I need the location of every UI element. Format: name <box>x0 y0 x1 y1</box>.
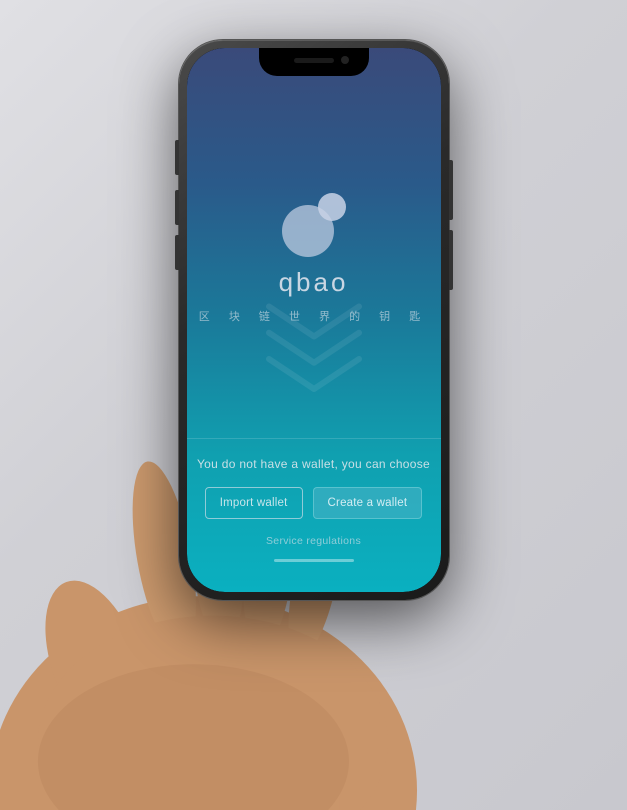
home-indicator <box>274 559 354 562</box>
logo-circle-small <box>318 193 346 221</box>
app-screen: qbao 区 块 链 世 界 的 钥 匙 You do not have a w… <box>187 48 441 592</box>
action-buttons: Import wallet Create a wallet <box>189 487 439 519</box>
app-logo-icon <box>282 193 346 257</box>
watermark <box>234 284 394 404</box>
divider <box>187 438 441 439</box>
screen-bezel: qbao 区 块 链 世 界 的 钥 匙 You do not have a w… <box>187 48 441 592</box>
service-regulations-link[interactable]: Service regulations <box>266 535 361 547</box>
create-wallet-button[interactable]: Create a wallet <box>313 487 423 519</box>
import-wallet-button[interactable]: Import wallet <box>205 487 303 519</box>
notch <box>259 48 369 76</box>
wallet-prompt: You do not have a wallet, you can choose <box>197 457 430 471</box>
scene: qbao 区 块 链 世 界 的 钥 匙 You do not have a w… <box>0 0 627 810</box>
screen-bottom: You do not have a wallet, you can choose… <box>187 438 441 592</box>
phone: qbao 区 块 链 世 界 的 钥 匙 You do not have a w… <box>179 40 449 600</box>
